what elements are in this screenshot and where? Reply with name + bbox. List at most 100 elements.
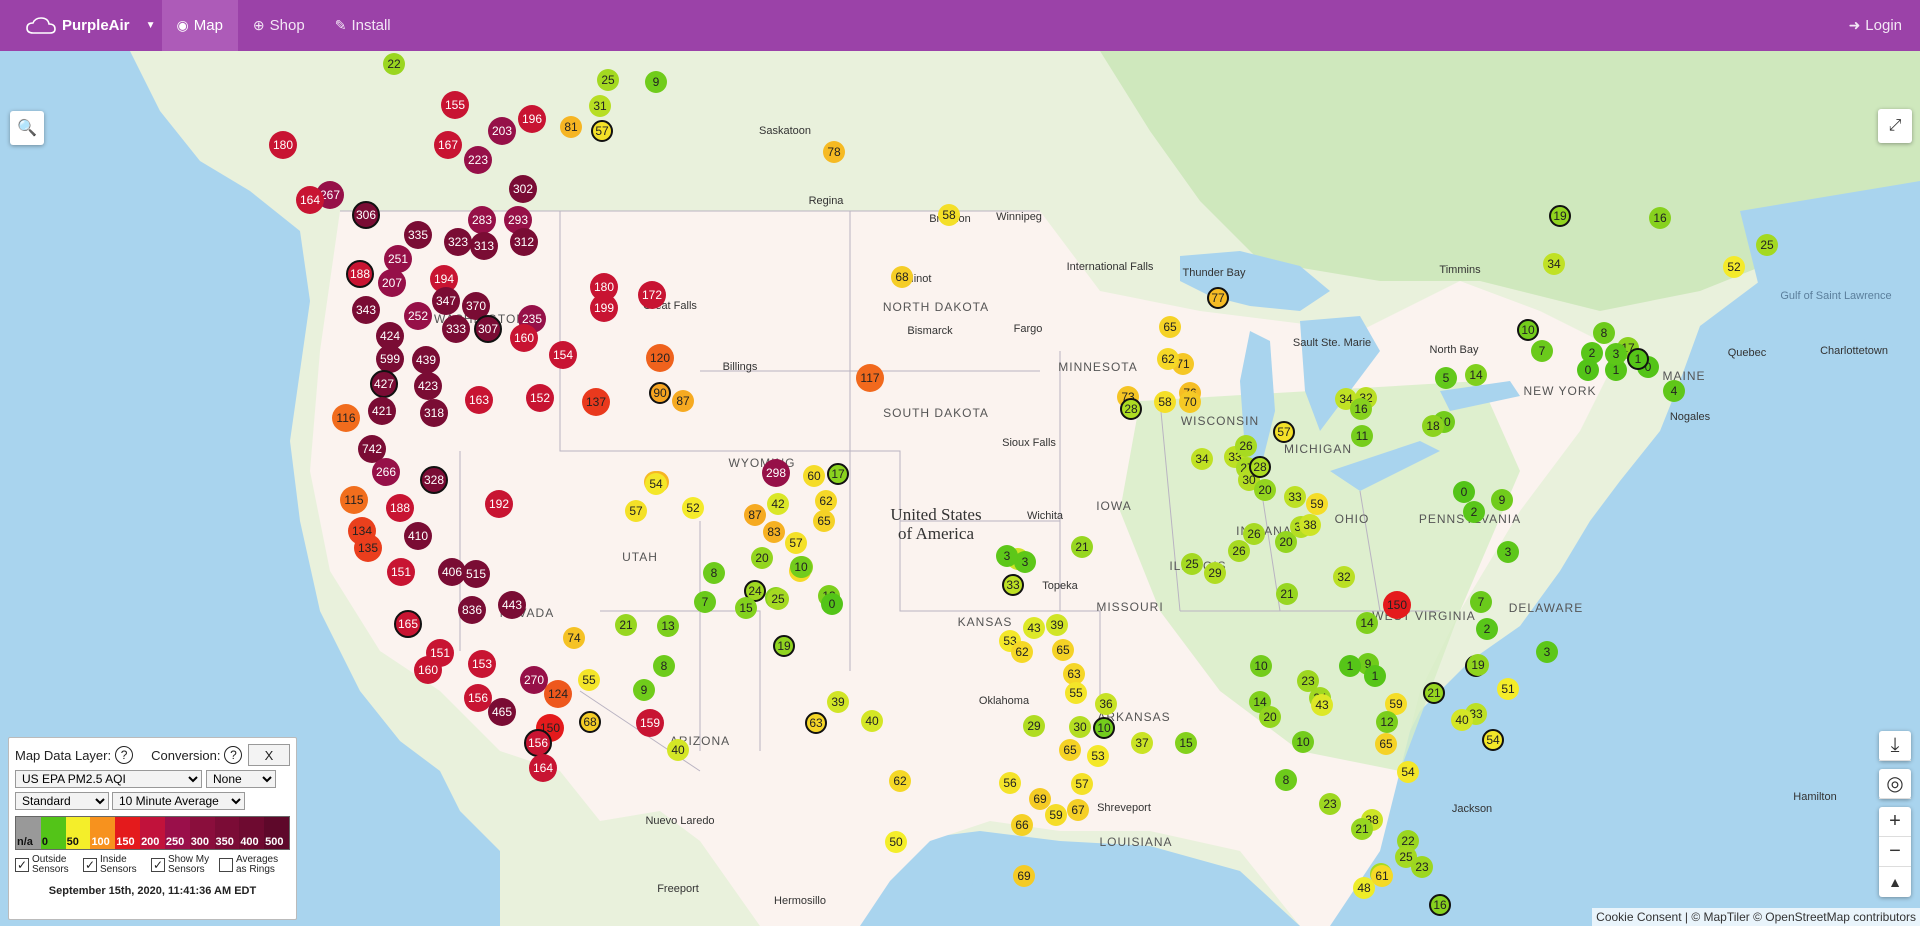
locate-icon[interactable]: ◎ <box>1879 769 1911 799</box>
map-search-button[interactable]: 🔍 <box>10 111 44 145</box>
sensor-marker[interactable]: 335 <box>404 221 432 249</box>
sensor-marker[interactable]: 21 <box>615 614 637 636</box>
sensor-marker[interactable]: 39 <box>827 691 849 713</box>
sensor-marker[interactable]: 36 <box>1095 693 1117 715</box>
sensor-marker[interactable]: 150 <box>1383 591 1411 619</box>
sensor-marker[interactable]: 135 <box>354 534 382 562</box>
zoom-out-button[interactable]: − <box>1879 837 1911 867</box>
sensor-marker[interactable]: 51 <box>1497 678 1519 700</box>
sensor-marker[interactable]: 40 <box>861 710 883 732</box>
standard-select[interactable]: Standard <box>15 792 109 810</box>
sensor-marker[interactable]: 59 <box>1306 493 1328 515</box>
sensor-marker[interactable]: 19 <box>773 635 795 657</box>
sensor-marker[interactable]: 328 <box>420 466 448 494</box>
sensor-marker[interactable]: 90 <box>649 382 671 404</box>
sensor-marker[interactable]: 16 <box>1350 398 1372 420</box>
sensor-marker[interactable]: 4 <box>1663 380 1685 402</box>
sensor-marker[interactable]: 7 <box>1470 591 1492 613</box>
sensor-marker[interactable]: 39 <box>1046 614 1068 636</box>
sensor-marker[interactable]: 15 <box>1175 732 1197 754</box>
sensor-marker[interactable]: 21 <box>1071 536 1093 558</box>
sensor-marker[interactable]: 0 <box>1577 359 1599 381</box>
sensor-marker[interactable]: 160 <box>414 656 442 684</box>
sensor-marker[interactable]: 31 <box>589 95 611 117</box>
sensor-marker[interactable]: 54 <box>1482 729 1504 751</box>
sensor-marker[interactable]: 318 <box>420 399 448 427</box>
sensor-marker[interactable]: 313 <box>470 232 498 260</box>
sensor-marker[interactable]: 33 <box>1284 486 1306 508</box>
sensor-marker[interactable]: 160 <box>510 324 538 352</box>
sensor-marker[interactable]: 423 <box>414 372 442 400</box>
sensor-marker[interactable]: 439 <box>412 346 440 374</box>
nav-install[interactable]: ✎ Install <box>320 0 406 51</box>
sensor-marker[interactable]: 62 <box>1011 641 1033 663</box>
sensor-marker[interactable]: 10 <box>1250 655 1272 677</box>
sensor-marker[interactable]: 83 <box>763 521 785 543</box>
sensor-marker[interactable]: 87 <box>672 390 694 412</box>
sensor-marker[interactable]: 180 <box>590 273 618 301</box>
sensor-marker[interactable]: 266 <box>372 458 400 486</box>
sensor-toggle[interactable]: ✓ Show My Sensors <box>151 855 214 875</box>
sensor-marker[interactable]: 32 <box>1333 566 1355 588</box>
sensor-marker[interactable]: 203 <box>488 117 516 145</box>
sensor-marker[interactable]: 11 <box>1351 425 1373 447</box>
download-control[interactable]: ⤓ <box>1879 731 1911 761</box>
sensor-marker[interactable]: 20 <box>751 547 773 569</box>
sensor-marker[interactable]: 10 <box>1517 319 1539 341</box>
sensor-marker[interactable]: 68 <box>891 266 913 288</box>
sensor-marker[interactable]: 207 <box>378 269 406 297</box>
sensor-marker[interactable]: 61 <box>1371 865 1393 887</box>
sensor-marker[interactable]: 57 <box>785 532 807 554</box>
sensor-marker[interactable]: 159 <box>636 709 664 737</box>
sensor-marker[interactable]: 172 <box>638 281 666 309</box>
sensor-marker[interactable]: 23 <box>1297 670 1319 692</box>
checkbox[interactable]: ✓ <box>151 858 165 872</box>
sensor-marker[interactable]: 0 <box>821 593 843 615</box>
sensor-marker[interactable]: 40 <box>667 739 689 761</box>
sensor-marker[interactable]: 23 <box>1411 856 1433 878</box>
conversion-select[interactable]: None <box>206 770 276 788</box>
sensor-marker[interactable]: 188 <box>386 494 414 522</box>
nav-login[interactable]: ➜ Login <box>1834 0 1920 51</box>
sensor-marker[interactable]: 0 <box>1453 481 1475 503</box>
sensor-marker[interactable]: 515 <box>462 560 490 588</box>
sensor-marker[interactable]: 26 <box>1235 435 1257 457</box>
sensor-marker[interactable]: 283 <box>468 206 496 234</box>
sensor-marker[interactable]: 38 <box>1299 514 1321 536</box>
sensor-marker[interactable]: 25 <box>1756 234 1778 256</box>
sensor-marker[interactable]: 55 <box>1065 682 1087 704</box>
sensor-marker[interactable]: 8 <box>703 562 725 584</box>
sensor-marker[interactable]: 57 <box>1071 773 1093 795</box>
sensor-marker[interactable]: 21 <box>1351 818 1373 840</box>
sensor-marker[interactable]: 21 <box>1423 682 1445 704</box>
sensor-marker[interactable]: 302 <box>509 175 537 203</box>
sensor-marker[interactable]: 29 <box>1023 715 1045 737</box>
sensor-marker[interactable]: 57 <box>625 500 647 522</box>
sensor-marker[interactable]: 164 <box>529 754 557 782</box>
sensor-marker[interactable]: 55 <box>578 669 600 691</box>
zoom-in-button[interactable]: + <box>1879 807 1911 837</box>
sensor-marker[interactable]: 65 <box>1375 733 1397 755</box>
sensor-marker[interactable]: 421 <box>368 397 396 425</box>
layer-select[interactable]: US EPA PM2.5 AQI <box>15 770 202 788</box>
sensor-marker[interactable]: 10 <box>790 556 812 578</box>
sensor-marker[interactable]: 43 <box>1023 617 1045 639</box>
sensor-marker[interactable]: 37 <box>1131 732 1153 754</box>
sensor-marker[interactable]: 52 <box>682 497 704 519</box>
sensor-marker[interactable]: 60 <box>803 465 825 487</box>
sensor-marker[interactable]: 18 <box>1422 415 1444 437</box>
sensor-marker[interactable]: 16 <box>1429 894 1451 916</box>
sensor-marker[interactable]: 137 <box>582 388 610 416</box>
average-select[interactable]: 10 Minute Average <box>112 792 245 810</box>
sensor-marker[interactable]: 65 <box>1159 316 1181 338</box>
sensor-marker[interactable]: 56 <box>999 772 1021 794</box>
sensor-marker[interactable]: 323 <box>444 228 472 256</box>
sensor-marker[interactable]: 25 <box>767 588 789 610</box>
sensor-marker[interactable]: 59 <box>1045 804 1067 826</box>
sensor-marker[interactable]: 124 <box>544 680 572 708</box>
sensor-marker[interactable]: 410 <box>404 522 432 550</box>
sensor-marker[interactable]: 298 <box>762 459 790 487</box>
purpleair-logo[interactable]: PurpleAir <box>0 0 140 51</box>
sensor-marker[interactable]: 62 <box>1157 348 1179 370</box>
sensor-marker[interactable]: 20 <box>1259 706 1281 728</box>
